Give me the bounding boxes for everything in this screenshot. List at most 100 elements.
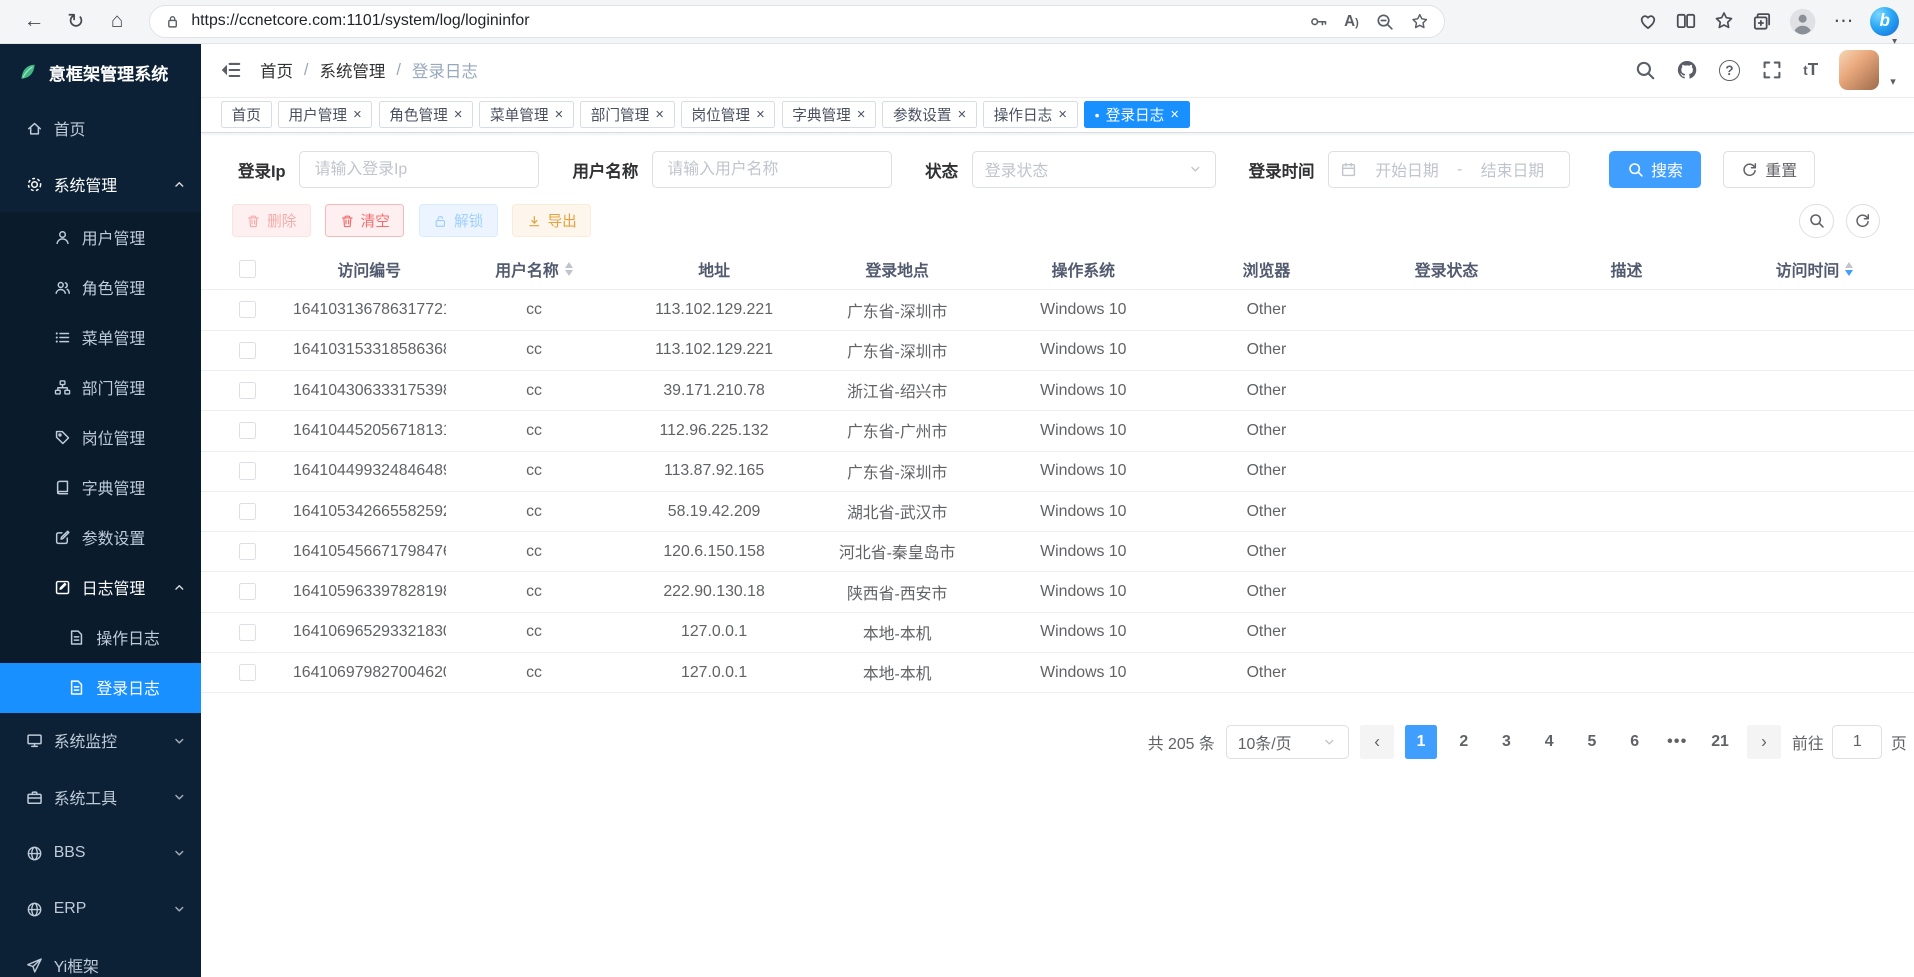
sidebar-item-login-log[interactable]: 登录日志: [0, 663, 201, 713]
show-search-toggle-button[interactable]: [1799, 204, 1833, 238]
row-checkbox[interactable]: [239, 462, 256, 479]
row-checkbox[interactable]: [239, 664, 256, 681]
browser-menu-icon[interactable]: ⋯: [1834, 9, 1855, 33]
sidebar-item-role-management[interactable]: 角色管理: [0, 262, 201, 312]
col-visit-time[interactable]: 访问时间: [1715, 258, 1914, 281]
page-last[interactable]: 21: [1704, 725, 1736, 759]
page-3[interactable]: 3: [1491, 725, 1523, 759]
row-checkbox[interactable]: [239, 382, 256, 399]
sidebar-item-log-management[interactable]: 日志管理: [0, 563, 201, 613]
favorites-bar-icon[interactable]: [1713, 10, 1735, 32]
user-avatar[interactable]: [1839, 50, 1879, 90]
sidebar-item-dictionary-management[interactable]: 字典管理: [0, 463, 201, 513]
tab-post-management[interactable]: 岗位管理×: [681, 101, 776, 128]
sidebar-item-post-management[interactable]: 岗位管理: [0, 413, 201, 463]
sidebar-item-department-management[interactable]: 部门管理: [0, 363, 201, 413]
close-icon[interactable]: ×: [1170, 108, 1179, 123]
row-checkbox[interactable]: [239, 301, 256, 318]
close-icon[interactable]: ×: [353, 108, 362, 123]
page-1[interactable]: 1: [1405, 725, 1437, 759]
tab-home[interactable]: 首页: [221, 101, 272, 128]
row-checkbox[interactable]: [239, 543, 256, 560]
sidebar-item-system-tools[interactable]: 系统工具: [0, 769, 201, 825]
date-range-picker[interactable]: 开始日期 - 结束日期: [1328, 151, 1570, 188]
search-icon[interactable]: [1634, 59, 1656, 81]
row-checkbox[interactable]: [239, 342, 256, 359]
copilot-caret-icon[interactable]: ▾: [1892, 36, 1897, 47]
row-checkbox[interactable]: [239, 503, 256, 520]
col-username[interactable]: 用户名称: [446, 258, 623, 281]
sort-icon[interactable]: [565, 262, 573, 276]
page-4[interactable]: 4: [1533, 725, 1565, 759]
sidebar-item-system-management[interactable]: 系统管理: [0, 156, 201, 212]
row-checkbox[interactable]: [239, 624, 256, 641]
clear-button[interactable]: 清空: [325, 204, 404, 237]
close-icon[interactable]: ×: [958, 108, 967, 123]
address-bar[interactable]: https://ccnetcore.com:1101/system/log/lo…: [149, 5, 1445, 38]
page-size-select[interactable]: 10条/页: [1226, 725, 1349, 759]
collections-icon[interactable]: [1751, 10, 1773, 32]
read-aloud-icon[interactable]: A): [1344, 13, 1359, 30]
page-6[interactable]: 6: [1619, 725, 1651, 759]
github-icon[interactable]: [1676, 59, 1698, 81]
user-name-input[interactable]: [652, 151, 892, 188]
sidebar-item-erp[interactable]: ERP: [0, 881, 201, 937]
sidebar-item-yi-framework[interactable]: Yi框架: [0, 937, 201, 977]
close-icon[interactable]: ×: [1058, 108, 1067, 123]
unlock-button[interactable]: 解锁: [419, 204, 498, 237]
browser-back-button[interactable]: ←: [15, 3, 54, 40]
tab-dictionary-management[interactable]: 字典管理×: [782, 101, 877, 128]
browser-home-button[interactable]: ⌂: [98, 3, 137, 40]
avatar-caret-icon[interactable]: ▾: [1890, 75, 1896, 88]
delete-button[interactable]: 删除: [232, 204, 311, 237]
end-date-placeholder[interactable]: 结束日期: [1467, 158, 1557, 181]
sidebar-item-parameter-settings[interactable]: 参数设置: [0, 513, 201, 563]
browser-refresh-button[interactable]: ↻: [56, 3, 95, 40]
login-ip-input[interactable]: [299, 151, 539, 188]
password-key-icon[interactable]: [1309, 12, 1329, 32]
zoom-out-icon[interactable]: [1375, 12, 1395, 32]
sort-icon[interactable]: [1845, 262, 1853, 276]
close-icon[interactable]: ×: [857, 108, 866, 123]
prev-page-button[interactable]: ‹: [1360, 725, 1394, 759]
help-icon[interactable]: ?: [1719, 60, 1740, 81]
sidebar-item-operation-log[interactable]: 操作日志: [0, 613, 201, 663]
row-checkbox[interactable]: [239, 422, 256, 439]
page-5[interactable]: 5: [1576, 725, 1608, 759]
tab-department-management[interactable]: 部门管理×: [580, 101, 675, 128]
sidebar-item-user-management[interactable]: 用户管理: [0, 212, 201, 262]
more-pages-button[interactable]: •••: [1661, 725, 1693, 759]
copilot-bing-icon[interactable]: b▾: [1870, 7, 1899, 36]
row-checkbox[interactable]: [239, 583, 256, 600]
goto-page-input[interactable]: [1832, 725, 1882, 759]
font-size-icon[interactable]: tT: [1803, 60, 1818, 80]
search-button[interactable]: 搜索: [1609, 151, 1701, 188]
close-icon[interactable]: ×: [655, 108, 664, 123]
browser-profile-avatar[interactable]: [1788, 7, 1817, 36]
fullscreen-icon[interactable]: [1761, 59, 1783, 81]
tab-user-management[interactable]: 用户管理×: [278, 101, 373, 128]
close-icon[interactable]: ×: [756, 108, 765, 123]
split-screen-icon[interactable]: [1675, 10, 1697, 32]
tab-role-management[interactable]: 角色管理×: [379, 101, 474, 128]
close-icon[interactable]: ×: [555, 108, 564, 123]
status-select[interactable]: 登录状态: [972, 151, 1216, 188]
browser-essentials-icon[interactable]: [1637, 10, 1659, 32]
add-favorite-star-icon[interactable]: [1410, 12, 1430, 32]
tab-operation-log[interactable]: 操作日志×: [983, 101, 1078, 128]
page-2[interactable]: 2: [1448, 725, 1480, 759]
close-icon[interactable]: ×: [454, 108, 463, 123]
reset-button[interactable]: 重置: [1723, 151, 1815, 188]
start-date-placeholder[interactable]: 开始日期: [1362, 158, 1452, 181]
url-text[interactable]: https://ccnetcore.com:1101/system/log/lo…: [191, 12, 1299, 30]
sidebar-item-menu-management[interactable]: 菜单管理: [0, 312, 201, 362]
app-logo[interactable]: 意框架管理系统: [0, 44, 201, 100]
select-all-checkbox[interactable]: [239, 260, 256, 277]
refresh-table-button[interactable]: [1846, 204, 1880, 238]
tab-menu-management[interactable]: 菜单管理×: [479, 101, 574, 128]
sidebar-fold-icon[interactable]: [220, 59, 242, 81]
sidebar-item-system-monitoring[interactable]: 系统监控: [0, 713, 201, 769]
tab-parameter-settings[interactable]: 参数设置×: [882, 101, 977, 128]
sidebar-item-bbs[interactable]: BBS: [0, 825, 201, 881]
breadcrumb-system[interactable]: 系统管理: [319, 58, 385, 82]
